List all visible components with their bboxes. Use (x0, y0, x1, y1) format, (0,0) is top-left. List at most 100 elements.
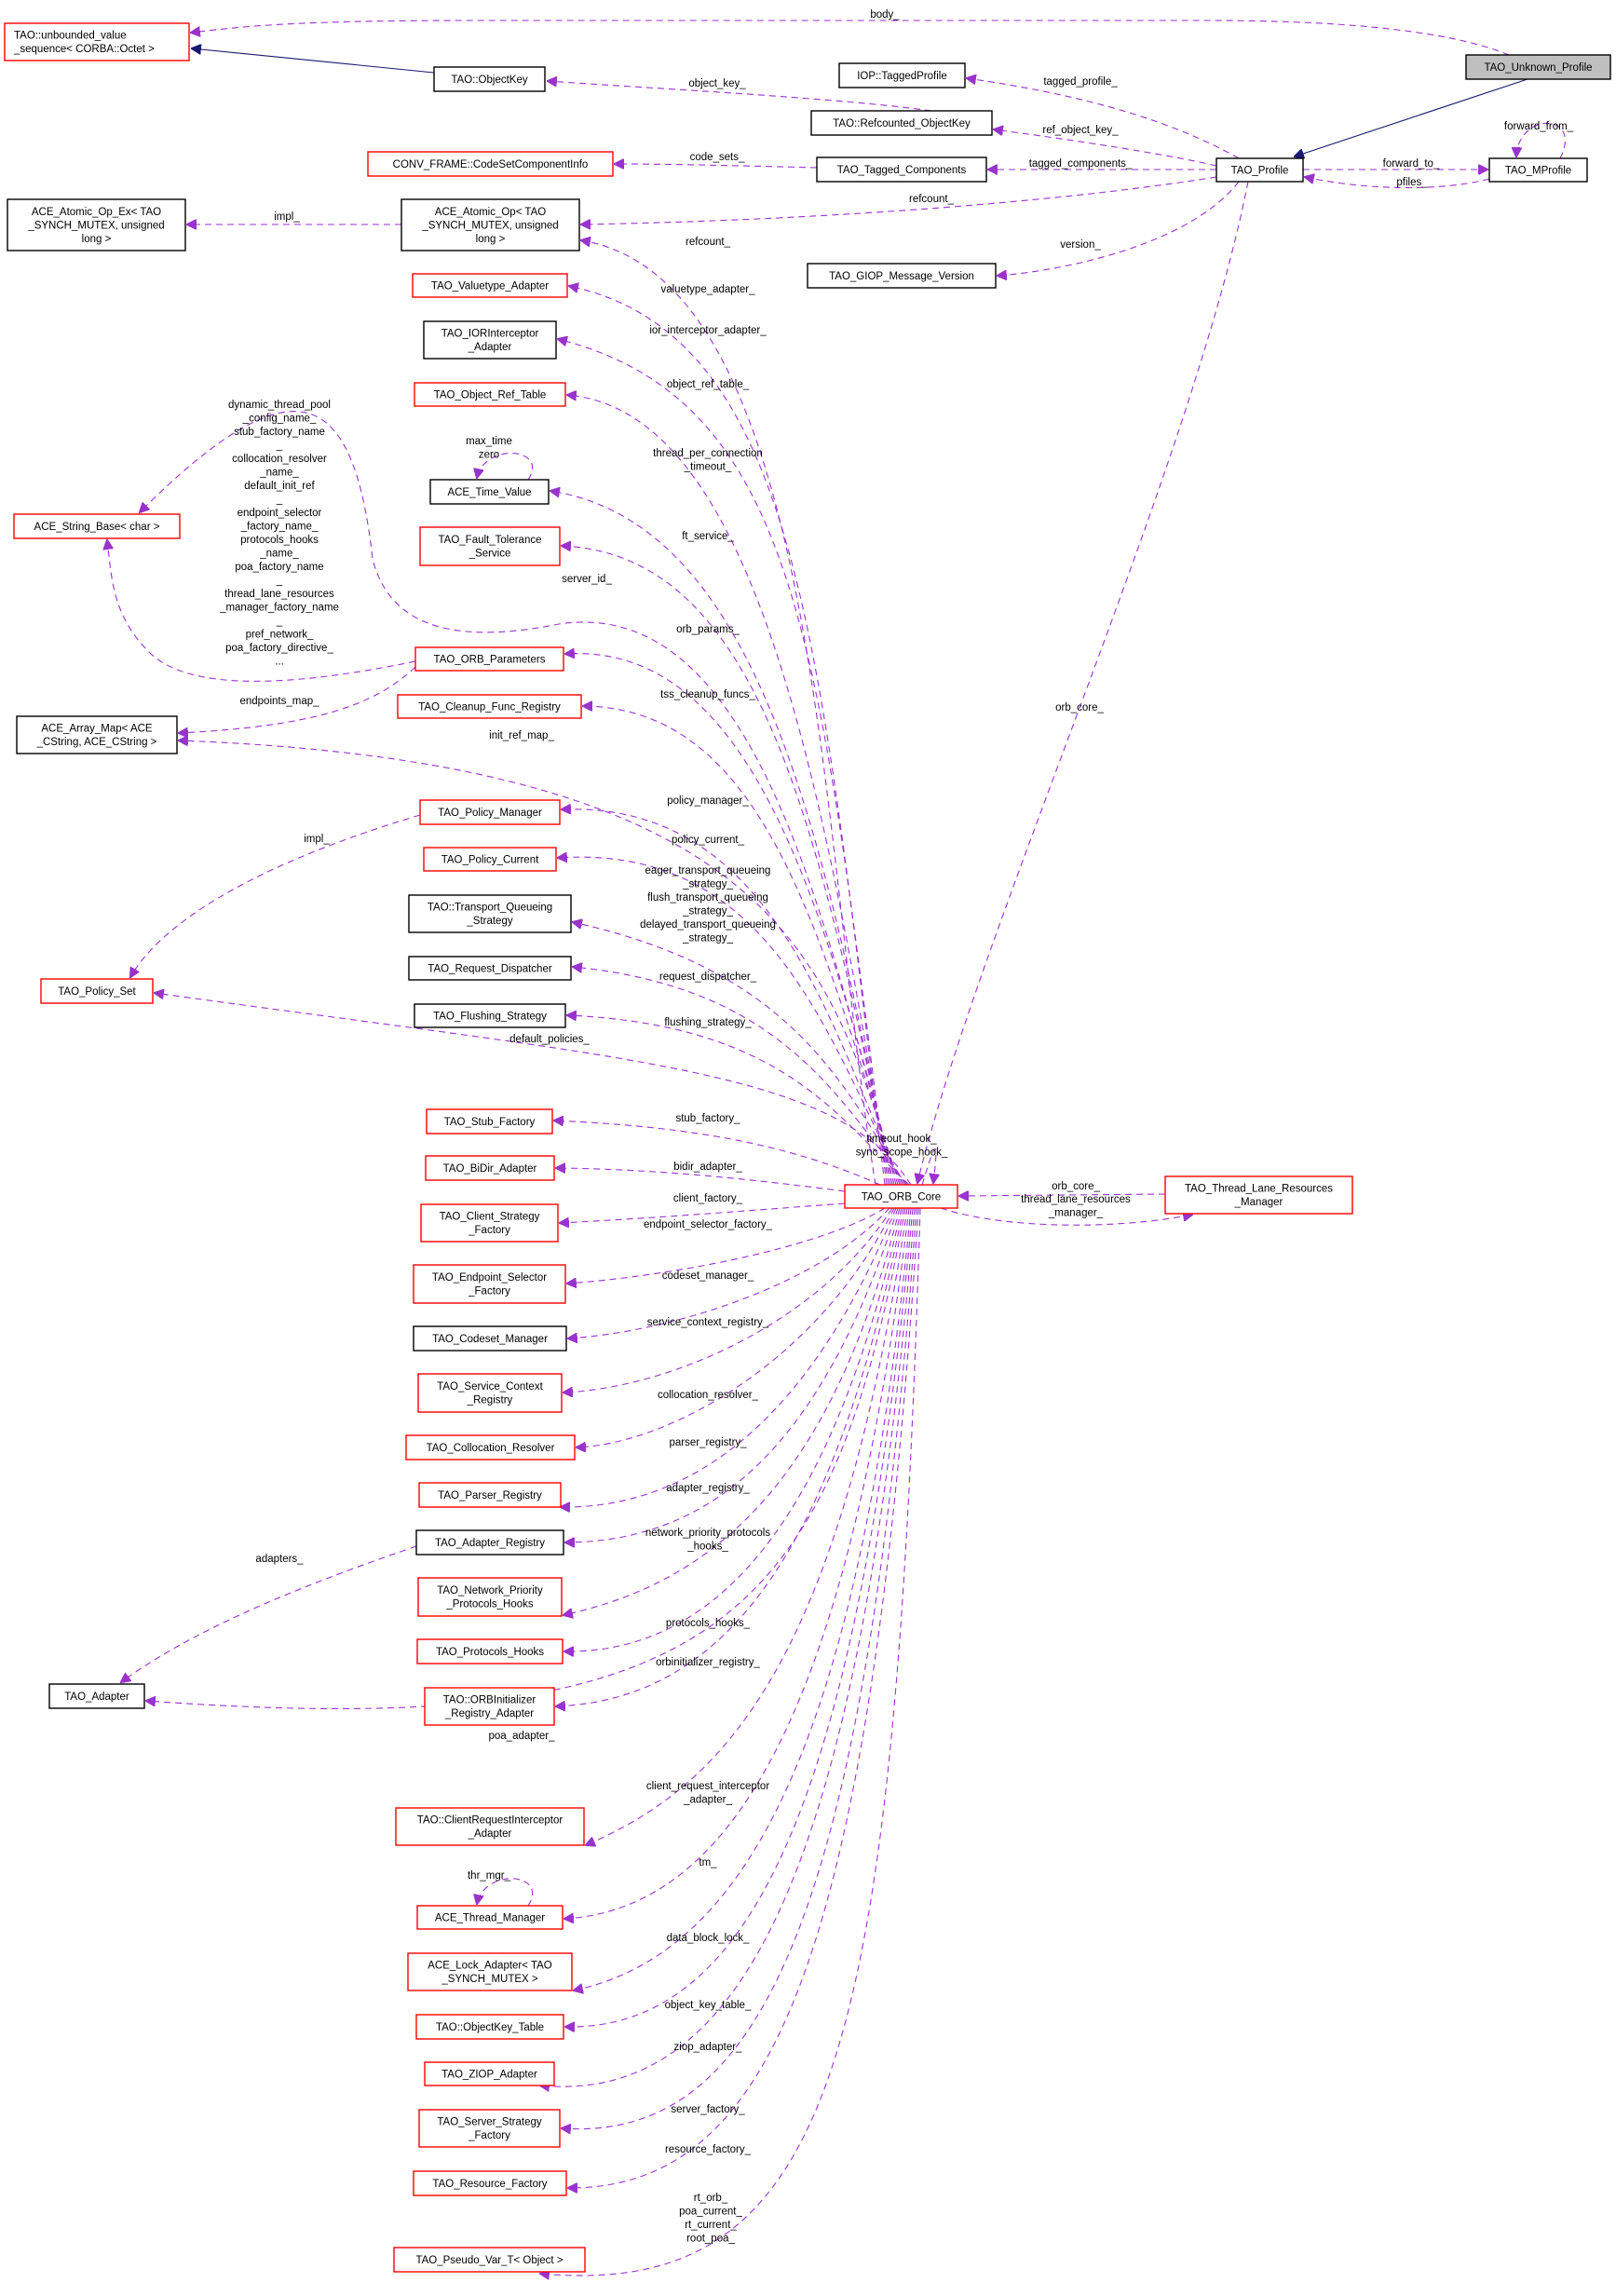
class-node-adapter-registry[interactable]: TAO_Adapter_Registry (415, 1529, 564, 1556)
edge-refcount-profile (581, 176, 1217, 224)
class-box[interactable] (407, 1952, 573, 1991)
edge-label-line: ... (275, 657, 284, 668)
edge-label-line: tagged_profile_ (1043, 76, 1118, 88)
edge-label-line: max_time (466, 436, 512, 447)
edge-label: version_ (1060, 239, 1101, 251)
class-node-array-map[interactable]: ACE_Array_Map< ACE _CString, ACE_CString … (16, 715, 178, 754)
class-box[interactable] (417, 1577, 563, 1617)
edge-label-line: _ (276, 441, 283, 452)
class-node-ior-interceptor[interactable]: TAO_IORInterceptor _Adapter (423, 320, 557, 360)
class-box[interactable] (413, 1264, 566, 1304)
class-node-bidir-adapter[interactable]: TAO_BiDir_Adapter (425, 1155, 555, 1181)
class-box[interactable] (1164, 1175, 1353, 1215)
class-node-stub-factory[interactable]: TAO_Stub_Factory (426, 1108, 553, 1134)
usage-arrow (564, 1207, 893, 1393)
class-node-unbounded-seq[interactable]: TAO::unbounded_value_sequence< CORBA::Oc… (4, 22, 190, 61)
edge-label-line: rt_current_ (685, 2220, 737, 2231)
class-node-transport-queueing[interactable]: TAO::Transport_Queueing_Strategy (408, 894, 572, 933)
class-node-profile[interactable]: TAO_Profile (1215, 157, 1304, 183)
class-node-parser-registry[interactable]: TAO_Parser_Registry (418, 1482, 562, 1508)
class-node-orb-parameters[interactable]: TAO_ORB_Parameters (414, 646, 564, 672)
class-node-adapter[interactable]: TAO_Adapter (48, 1683, 145, 1709)
class-node-tagged-components[interactable]: TAO_Tagged_Components (816, 156, 987, 183)
class-node-objectkey[interactable]: TAO::ObjectKey (433, 66, 546, 92)
class-box[interactable] (420, 1203, 559, 1243)
class-node-policy-manager[interactable]: TAO_Policy_Manager (419, 799, 561, 825)
class-node-policy-set[interactable]: TAO_Policy_Set (40, 978, 154, 1004)
edge-label: bidir_adapter_ (673, 1162, 742, 1173)
class-box[interactable] (424, 1687, 555, 1726)
class-node-policy-current[interactable]: TAO_Policy_Current (423, 847, 557, 872)
class-node-mprofile[interactable]: TAO_MProfile (1488, 157, 1588, 183)
edge-label-line: thread_lane_resources (224, 589, 334, 600)
edge-label: policy_current_ (672, 835, 745, 846)
class-node-flushing-strategy[interactable]: TAO_Flushing_Strategy (414, 1003, 566, 1028)
class-node-giop-version[interactable]: TAO_GIOP_Message_Version (807, 263, 997, 289)
edge-label-line: refcount_ (686, 237, 731, 248)
class-name: TAO_ZIOP_Adapter (441, 2069, 537, 2080)
class-name: _SYNCH_MUTEX, unsigned (27, 220, 164, 231)
class-name: TAO_ORB_Parameters (434, 654, 546, 665)
class-node-codeset-info[interactable]: CONV_FRAME::CodeSetComponentInfo (367, 151, 614, 177)
class-box[interactable] (419, 526, 561, 566)
class-box[interactable] (418, 2109, 561, 2148)
edge-label-line: code_sets_ (690, 152, 745, 163)
class-box[interactable] (4, 22, 190, 61)
class-node-codeset-manager[interactable]: TAO_Codeset_Manager (413, 1325, 567, 1352)
class-node-atomic-op[interactable]: ACE_Atomic_Op< TAO _SYNCH_MUTEX, unsigned… (401, 198, 580, 251)
class-node-refcounted-objectkey[interactable]: TAO::Refcounted_ObjectKey (810, 110, 993, 136)
class-node-object-ref-table[interactable]: TAO_Object_Ref_Table (414, 382, 566, 407)
class-name: TAO_Profile (1231, 165, 1289, 176)
class-node-client-request-interceptor[interactable]: TAO::ClientRequestInterceptor_Adapter (395, 1807, 585, 1846)
edge-label: thr_mgr_ (468, 1870, 511, 1882)
edge-label-line: protocols_hooks (240, 535, 319, 546)
class-node-unknown-profile[interactable]: TAO_Unknown_Profile (1465, 54, 1611, 80)
class-name: TAO_Valuetype_Adapter (431, 280, 549, 292)
class-node-objectkey-table[interactable]: TAO::ObjectKey_Table (415, 2014, 564, 2040)
class-box[interactable] (16, 715, 178, 754)
edge-label: impl_ (274, 211, 300, 223)
class-node-thread-manager[interactable]: ACE_Thread_Manager (416, 1905, 564, 1930)
class-node-fault-tolerance[interactable]: TAO_Fault_Tolerance _Service (419, 526, 561, 566)
class-node-client-strategy[interactable]: TAO_Client_Strategy _Factory (420, 1203, 559, 1243)
usage-arrow (130, 814, 421, 977)
edge-label-line: poa_current_ (679, 2207, 742, 2218)
usage-arrow (477, 1878, 534, 1907)
edge-orbinitializer (556, 1207, 904, 1706)
class-node-orbinitializer[interactable]: TAO::ORBInitializer_Registry_Adapter (424, 1687, 555, 1726)
class-name: _Service (469, 549, 511, 560)
class-node-endpoint-selector[interactable]: TAO_Endpoint_Selector _Factory (413, 1264, 566, 1304)
edge-label: orb_core_ (1052, 1181, 1100, 1192)
class-box[interactable] (408, 894, 572, 933)
usage-arrow (564, 1207, 901, 1615)
class-node-lock-adapter[interactable]: ACE_Lock_Adapter< TAO _SYNCH_MUTEX > (407, 1952, 573, 1991)
class-node-orb-core[interactable]: TAO_ORB_Core (844, 1184, 958, 1209)
edge-label-line: server_id_ (562, 574, 612, 585)
edge-label: rt_orb_ poa_current_ rt_current_ root_poa_ (679, 2193, 742, 2245)
class-node-server-strategy[interactable]: TAO_Server_Strategy _Factory (418, 2109, 561, 2148)
class-node-thread-lane[interactable]: TAO_Thread_Lane_Resources _Manager (1164, 1175, 1353, 1215)
class-node-service-context[interactable]: TAO_Service_Context _Registry (417, 1373, 563, 1413)
class-node-pseudo-var[interactable]: TAO_Pseudo_Var_T< Object > (393, 2247, 586, 2273)
edge-object-ref-table (567, 395, 889, 1186)
class-box[interactable] (395, 1807, 585, 1846)
class-node-ziop-adapter[interactable]: TAO_ZIOP_Adapter (424, 2061, 555, 2086)
class-node-resource-factory[interactable]: TAO_Resource_Factory (413, 2170, 567, 2196)
class-name: _Manager (1234, 1197, 1283, 1208)
class-box[interactable] (417, 1373, 563, 1413)
class-node-string-base[interactable]: ACE_String_Base< char > (13, 513, 181, 539)
class-node-request-dispatcher[interactable]: TAO_Request_Dispatcher (408, 956, 572, 981)
class-name: TAO_Pseudo_Var_T< Object > (415, 2255, 563, 2266)
edge-label: object_key_table_ (665, 2000, 752, 2011)
class-node-valuetype-adapter[interactable]: TAO_Valuetype_Adapter (412, 273, 568, 298)
class-node-time-value[interactable]: ACE_Time_Value (429, 479, 550, 505)
class-node-cleanup-registry[interactable]: TAO_Cleanup_Func_Registry (397, 694, 582, 719)
class-node-network-priority[interactable]: TAO_Network_Priority _Protocols_Hooks (417, 1577, 563, 1617)
class-node-protocols-hooks[interactable]: TAO_Protocols_Hooks (416, 1638, 564, 1664)
class-node-tagged-profile[interactable]: IOP::TaggedProfile (838, 62, 966, 88)
class-node-collocation-resolver[interactable]: TAO_Collocation_Resolver (405, 1434, 576, 1460)
edge-version (998, 181, 1240, 276)
class-box[interactable] (423, 320, 557, 360)
edge-label: collocation_resolver_ (658, 1390, 759, 1401)
class-node-atomic-op-ex[interactable]: ACE_Atomic_Op_Ex< TAO _SYNCH_MUTEX, unsig… (7, 198, 186, 251)
